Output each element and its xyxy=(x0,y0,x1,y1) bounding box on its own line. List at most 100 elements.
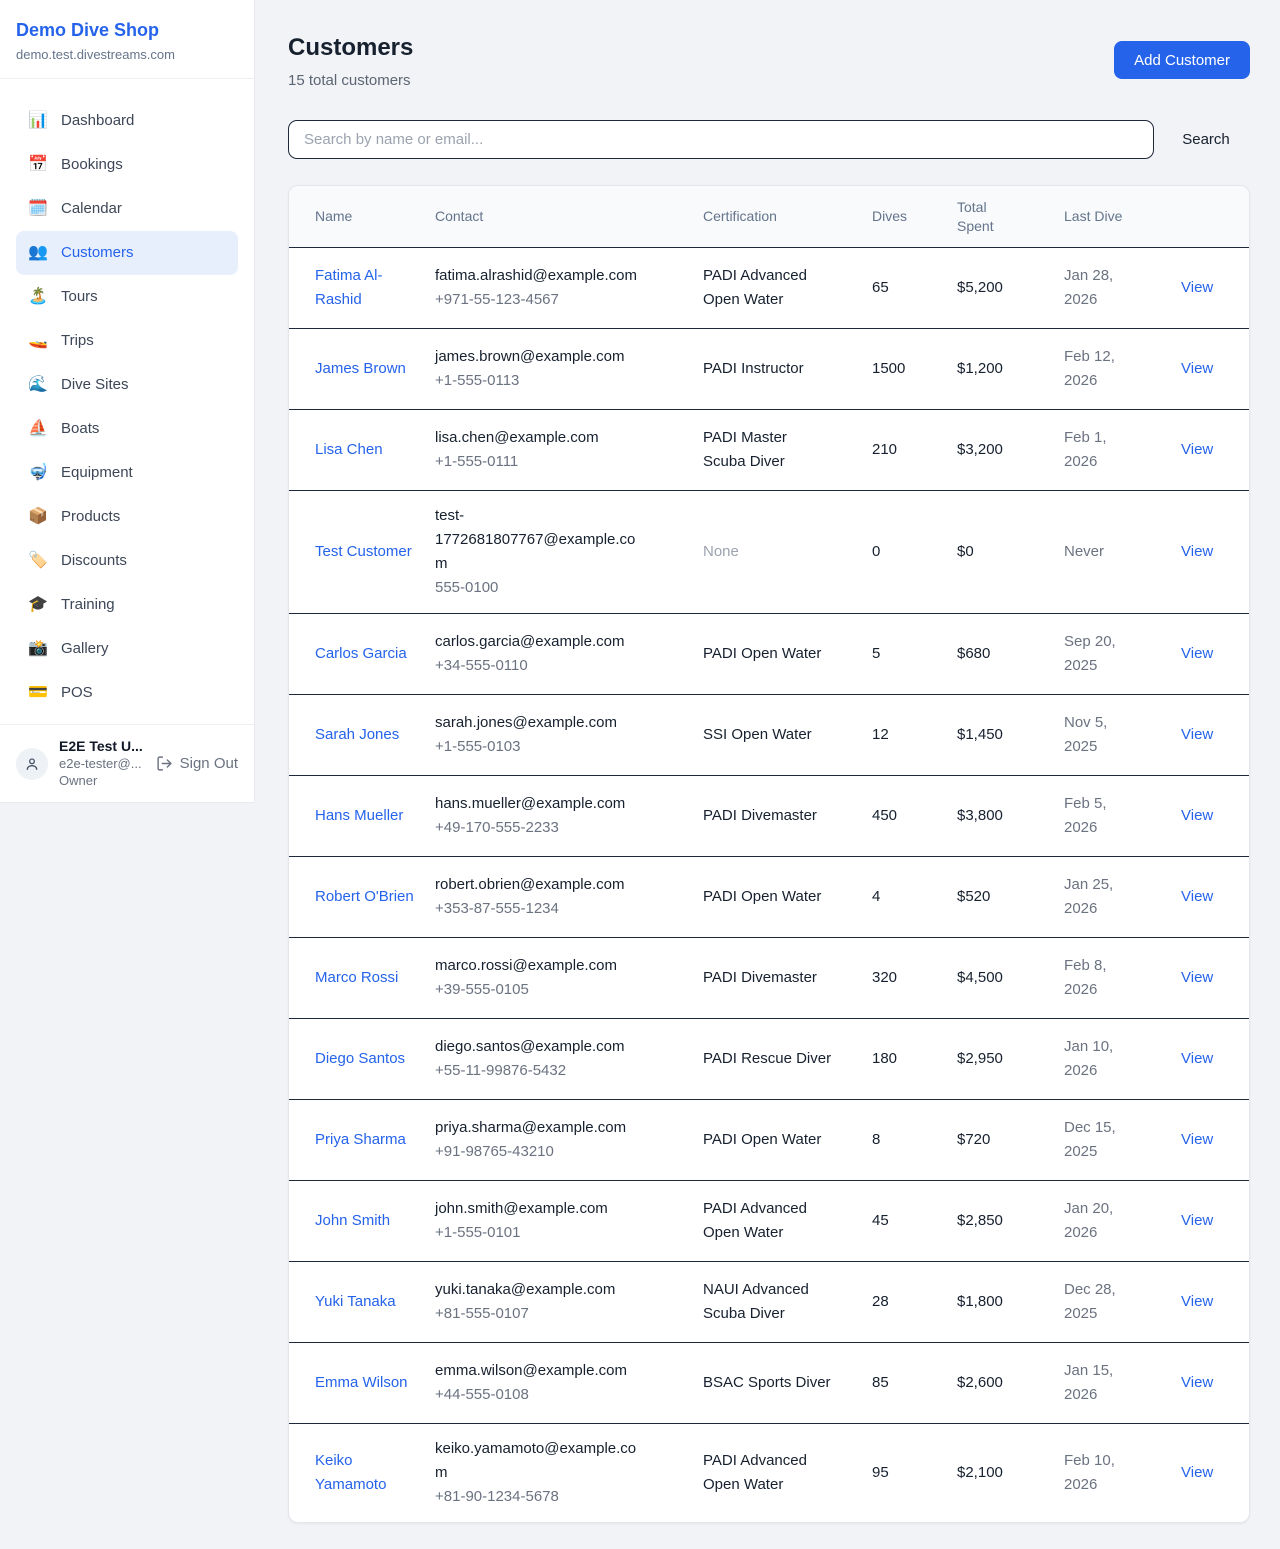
customer-name-link[interactable]: John Smith xyxy=(315,1212,390,1229)
sidebar-item-gallery[interactable]: 📸 Gallery xyxy=(16,627,238,671)
sidebar-item-equipment[interactable]: 🤿 Equipment xyxy=(16,451,238,495)
sidebar-item-dive-sites[interactable]: 🌊 Dive Sites xyxy=(16,363,238,407)
customer-total-spent: $1,800 xyxy=(957,1290,1064,1314)
customer-row: Diego Santos diego.santos@example.com +5… xyxy=(289,1019,1249,1100)
customer-dives: 45 xyxy=(872,1209,957,1233)
customer-name-link[interactable]: Carlos Garcia xyxy=(315,645,407,662)
view-customer-link[interactable]: View xyxy=(1181,1464,1213,1481)
view-customer-link[interactable]: View xyxy=(1181,1212,1213,1229)
customer-dives: 85 xyxy=(872,1371,957,1395)
view-customer-link[interactable]: View xyxy=(1181,279,1213,296)
view-customer-link[interactable]: View xyxy=(1181,441,1213,458)
view-customer-link[interactable]: View xyxy=(1181,726,1213,743)
customer-phone: +353-87-555-1234 xyxy=(435,897,647,921)
customer-last-dive: Jan 20, 2026 xyxy=(1064,1197,1169,1245)
add-customer-button[interactable]: Add Customer xyxy=(1114,41,1250,79)
customer-contact: hans.mueller@example.com +49-170-555-223… xyxy=(435,792,703,840)
customer-phone: 555-0100 xyxy=(435,576,647,600)
customer-row: Test Customer test-1772681807767@example… xyxy=(289,491,1249,614)
sidebar-item-tours[interactable]: 🏝️ Tours xyxy=(16,275,238,319)
graduation-cap-icon: 🎓 xyxy=(28,593,48,617)
search-row: Search xyxy=(288,120,1250,159)
customer-contact: john.smith@example.com +1-555-0101 xyxy=(435,1197,703,1245)
customer-name-link[interactable]: Keiko Yamamoto xyxy=(315,1452,386,1493)
customer-phone: +39-555-0105 xyxy=(435,978,647,1002)
customer-certification: None xyxy=(703,540,872,564)
customer-last-dive: Jan 10, 2026 xyxy=(1064,1035,1169,1083)
sign-out-button[interactable]: Sign Out xyxy=(156,755,238,772)
customer-contact: keiko.yamamoto@example.com +81-90-1234-5… xyxy=(435,1437,703,1509)
customer-email: robert.obrien@example.com xyxy=(435,873,647,897)
view-customer-link[interactable]: View xyxy=(1181,888,1213,905)
customer-contact: marco.rossi@example.com +39-555-0105 xyxy=(435,954,703,1002)
sidebar-item-customers[interactable]: 👥 Customers xyxy=(16,231,238,275)
customer-name-link[interactable]: Fatima Al-Rashid xyxy=(315,267,383,308)
search-input[interactable] xyxy=(288,120,1154,159)
customer-certification: PADI Advanced Open Water xyxy=(703,1449,872,1497)
sidebar-item-discounts[interactable]: 🏷️ Discounts xyxy=(16,539,238,583)
sidebar-item-training[interactable]: 🎓 Training xyxy=(16,583,238,627)
customer-phone: +91-98765-43210 xyxy=(435,1140,647,1164)
customer-name-link[interactable]: Yuki Tanaka xyxy=(315,1293,396,1310)
customer-last-dive: Never xyxy=(1064,540,1169,564)
customer-name-link[interactable]: Marco Rossi xyxy=(315,969,398,986)
customer-certification: PADI Advanced Open Water xyxy=(703,1197,872,1245)
view-customer-link[interactable]: View xyxy=(1181,1050,1213,1067)
customer-contact: yuki.tanaka@example.com +81-555-0107 xyxy=(435,1278,703,1326)
customer-dives: 65 xyxy=(872,276,957,300)
view-customer-link[interactable]: View xyxy=(1181,543,1213,560)
customer-name-link[interactable]: Robert O'Brien xyxy=(315,888,414,905)
sidebar-item-bookings[interactable]: 📅 Bookings xyxy=(16,143,238,187)
sidebar-item-trips[interactable]: 🚤 Trips xyxy=(16,319,238,363)
customer-phone: +49-170-555-2233 xyxy=(435,816,647,840)
customer-contact: carlos.garcia@example.com +34-555-0110 xyxy=(435,630,703,678)
sidebar-item-calendar[interactable]: 🗓️ Calendar xyxy=(16,187,238,231)
customer-dives: 180 xyxy=(872,1047,957,1071)
customer-email: john.smith@example.com xyxy=(435,1197,647,1221)
customer-last-dive: Feb 10, 2026 xyxy=(1064,1449,1169,1497)
package-icon: 📦 xyxy=(28,505,48,529)
sidebar-item-products[interactable]: 📦 Products xyxy=(16,495,238,539)
brand-link[interactable]: Demo Dive Shop xyxy=(16,19,238,41)
customer-phone: +34-555-0110 xyxy=(435,654,647,678)
customer-name-link[interactable]: Hans Mueller xyxy=(315,807,403,824)
view-customer-link[interactable]: View xyxy=(1181,1131,1213,1148)
customer-name-link[interactable]: Sarah Jones xyxy=(315,726,399,743)
customer-contact: priya.sharma@example.com +91-98765-43210 xyxy=(435,1116,703,1164)
sidebar-item-dashboard[interactable]: 📊 Dashboard xyxy=(16,99,238,143)
customer-name-link[interactable]: Priya Sharma xyxy=(315,1131,406,1148)
customer-certification: BSAC Sports Diver xyxy=(703,1371,872,1395)
customer-name-link[interactable]: Test Customer xyxy=(315,543,412,560)
sidebar-item-pos[interactable]: 💳 POS xyxy=(16,671,238,715)
view-customer-link[interactable]: View xyxy=(1181,969,1213,986)
customer-certification: PADI Open Water xyxy=(703,885,872,909)
sidebar-item-label: Training xyxy=(61,593,115,617)
sidebar-item-label: Dashboard xyxy=(61,109,134,133)
customer-total-spent: $680 xyxy=(957,642,1064,666)
customer-email: carlos.garcia@example.com xyxy=(435,630,647,654)
customer-dives: 28 xyxy=(872,1290,957,1314)
customer-row: John Smith john.smith@example.com +1-555… xyxy=(289,1181,1249,1262)
customer-name-link[interactable]: Diego Santos xyxy=(315,1050,405,1067)
customer-total-spent: $2,600 xyxy=(957,1371,1064,1395)
customer-phone: +1-555-0101 xyxy=(435,1221,647,1245)
customer-row: Yuki Tanaka yuki.tanaka@example.com +81-… xyxy=(289,1262,1249,1343)
customer-contact: lisa.chen@example.com +1-555-0111 xyxy=(435,426,703,474)
people-icon: 👥 xyxy=(28,241,48,265)
customer-last-dive: Feb 5, 2026 xyxy=(1064,792,1169,840)
customer-name-link[interactable]: Lisa Chen xyxy=(315,441,383,458)
user-box: E2E Test U... e2e-tester@... Owner Sign … xyxy=(0,724,254,802)
search-button[interactable]: Search xyxy=(1154,131,1250,148)
sidebar-item-boats[interactable]: ⛵ Boats xyxy=(16,407,238,451)
view-customer-link[interactable]: View xyxy=(1181,807,1213,824)
view-customer-link[interactable]: View xyxy=(1181,645,1213,662)
view-customer-link[interactable]: View xyxy=(1181,1374,1213,1391)
customer-dives: 4 xyxy=(872,885,957,909)
customer-total-spent: $0 xyxy=(957,540,1064,564)
view-customer-link[interactable]: View xyxy=(1181,1293,1213,1310)
customer-total-spent: $1,450 xyxy=(957,723,1064,747)
customer-name-link[interactable]: James Brown xyxy=(315,360,406,377)
sidebar-item-label: Equipment xyxy=(61,461,133,485)
view-customer-link[interactable]: View xyxy=(1181,360,1213,377)
customer-name-link[interactable]: Emma Wilson xyxy=(315,1374,408,1391)
